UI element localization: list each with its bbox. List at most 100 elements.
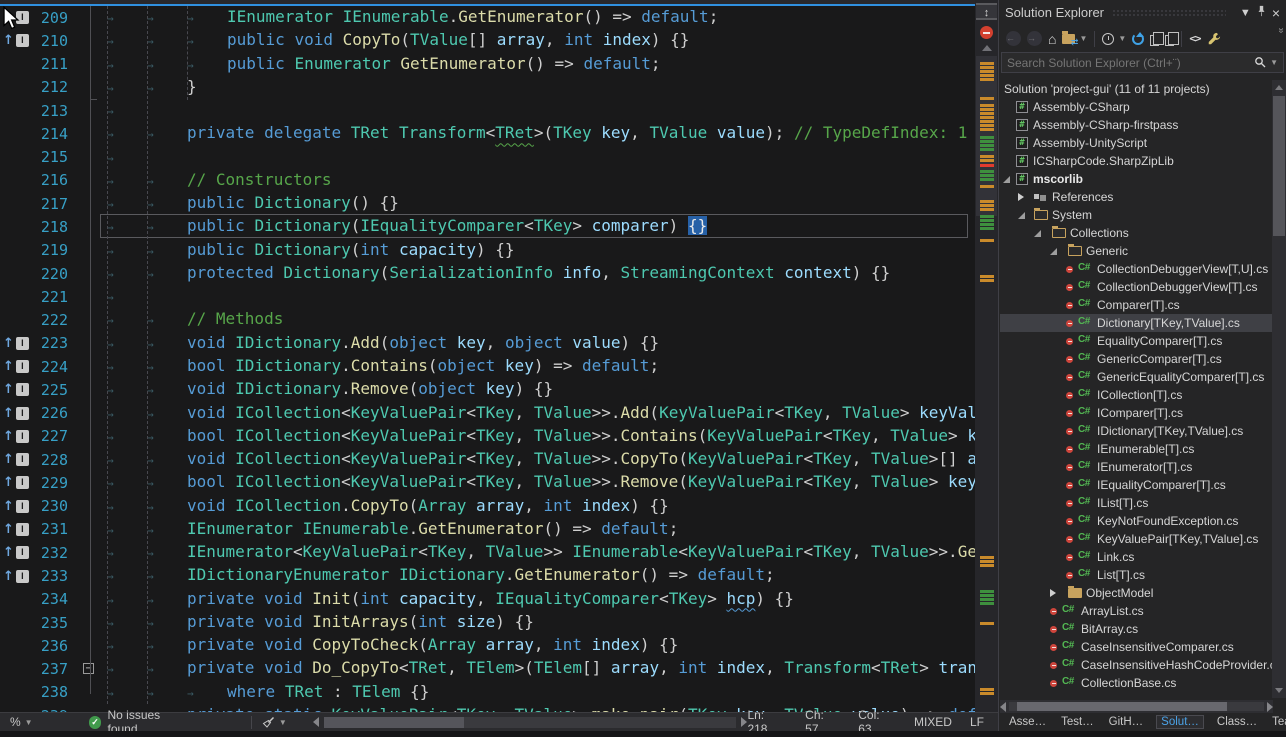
codelens-up-icon[interactable]: ↑ bbox=[3, 546, 14, 559]
scroll-up-arrow-icon[interactable] bbox=[1275, 85, 1283, 90]
tree-item[interactable]: C#CaseInsensitiveHashCodeProvider.cs bbox=[1000, 656, 1273, 674]
tree-item[interactable]: Generic bbox=[1000, 242, 1273, 260]
code-line[interactable]: ↑I209→→→IEnumerator IEnumerable.GetEnume… bbox=[0, 6, 975, 29]
codelens-i-badge[interactable]: I bbox=[16, 523, 29, 536]
editor-glyph-margin[interactable]: ↑I bbox=[0, 378, 34, 401]
editor-glyph-margin[interactable] bbox=[0, 122, 34, 145]
code-line[interactable]: 211→→→public Enumerator GetEnumerator() … bbox=[0, 53, 975, 76]
code-line[interactable]: ↑I225→→void IDictionary.Remove(object ke… bbox=[0, 378, 975, 401]
scrollbar-track[interactable] bbox=[1009, 702, 1264, 711]
editor-glyph-margin[interactable] bbox=[0, 681, 34, 704]
outlining-margin[interactable] bbox=[78, 215, 107, 238]
codelens-up-icon[interactable]: ↑ bbox=[3, 453, 14, 466]
scroll-left-arrow-icon[interactable] bbox=[1000, 702, 1006, 712]
tree-item[interactable]: C#CollectionDebuggerView[T].cs bbox=[1000, 278, 1273, 296]
editor-glyph-margin[interactable]: ↑I bbox=[0, 448, 34, 471]
codelens-up-icon[interactable]: ↑ bbox=[3, 360, 14, 373]
editor-horizontal-scrollbar[interactable] bbox=[324, 717, 737, 728]
outlining-margin[interactable] bbox=[78, 471, 107, 494]
code-line[interactable]: 217→→public Dictionary() {} bbox=[0, 192, 975, 215]
expander-icon[interactable] bbox=[1034, 230, 1041, 237]
switch-views-icon[interactable]: ⇄ ▼ bbox=[1062, 34, 1087, 44]
codelens-i-badge[interactable]: I bbox=[16, 430, 29, 443]
code-line[interactable]: ↑I227→→bool ICollection<KeyValuePair<TKe… bbox=[0, 425, 975, 448]
properties-wrench-icon[interactable] bbox=[1207, 32, 1221, 46]
code-lines[interactable]: ↑I209→→→IEnumerator IEnumerable.GetEnume… bbox=[0, 6, 975, 712]
zoom-control[interactable]: % ▼ bbox=[10, 715, 33, 729]
editor-glyph-margin[interactable] bbox=[0, 262, 34, 285]
outlining-margin[interactable] bbox=[78, 378, 107, 401]
tool-window-tab[interactable]: GitH… bbox=[1107, 716, 1146, 728]
scroll-left-arrow-icon[interactable] bbox=[313, 717, 319, 727]
tree-item[interactable]: C#Link.cs bbox=[1000, 548, 1273, 566]
outlining-margin[interactable] bbox=[78, 262, 107, 285]
tree-item[interactable]: C#IList[T].cs bbox=[1000, 494, 1273, 512]
drag-grip[interactable] bbox=[1112, 9, 1226, 17]
editor-glyph-margin[interactable] bbox=[0, 53, 34, 76]
codelens-i-badge[interactable]: I bbox=[16, 360, 29, 373]
tree-item[interactable]: C#GenericEqualityComparer[T].cs bbox=[1000, 368, 1273, 386]
code-line[interactable]: 235→→private void InitArrays(int size) {… bbox=[0, 611, 975, 634]
code-line[interactable]: 220→→protected Dictionary(SerializationI… bbox=[0, 262, 975, 285]
editor-glyph-margin[interactable]: ↑I bbox=[0, 518, 34, 541]
scroll-down-arrow-icon[interactable] bbox=[1275, 688, 1283, 693]
editor-glyph-margin[interactable] bbox=[0, 308, 34, 331]
tree-item[interactable]: C#IComparer[T].cs bbox=[1000, 404, 1273, 422]
editor-glyph-margin[interactable] bbox=[0, 192, 34, 215]
code-line[interactable]: 236→→private void CopyToCheck(Array arra… bbox=[0, 634, 975, 657]
editor-glyph-margin[interactable] bbox=[0, 99, 34, 122]
tree-item[interactable]: C#Dictionary[TKey,TValue].cs bbox=[1000, 314, 1273, 332]
editor-vertical-scrollbar[interactable]: ↕ bbox=[975, 0, 998, 712]
tree-item[interactable]: ObjectModel bbox=[1000, 584, 1273, 602]
outlining-margin[interactable] bbox=[78, 564, 107, 587]
expander-icon[interactable] bbox=[1018, 212, 1025, 219]
codelens-i-badge[interactable]: I bbox=[16, 407, 29, 420]
outlining-margin[interactable] bbox=[78, 122, 107, 145]
tree-item[interactable]: C#Comparer[T].cs bbox=[1000, 296, 1273, 314]
scroll-right-arrow-icon[interactable] bbox=[1267, 702, 1273, 712]
code-line[interactable]: ↑I228→→void ICollection<KeyValuePair<TKe… bbox=[0, 448, 975, 471]
caret-down-icon[interactable]: ▼ bbox=[1270, 58, 1278, 67]
window-position-icon[interactable]: ▼ bbox=[1240, 7, 1251, 19]
tree-item[interactable]: C#ArrayList.cs bbox=[1000, 602, 1273, 620]
codelens-up-icon[interactable]: ↑ bbox=[3, 570, 14, 583]
editor-glyph-margin[interactable] bbox=[0, 146, 34, 169]
editor-glyph-margin[interactable]: ↑I bbox=[0, 355, 34, 378]
outlining-margin[interactable] bbox=[78, 29, 107, 52]
code-line[interactable]: ↑I232→→IEnumerator<KeyValuePair<TKey, TV… bbox=[0, 541, 975, 564]
codelens-i-badge[interactable]: I bbox=[16, 570, 29, 583]
tree-item[interactable]: Solution 'project-gui' (11 of 11 project… bbox=[1000, 80, 1273, 98]
outlining-margin[interactable] bbox=[78, 704, 107, 712]
tree-item[interactable]: C#IEqualityComparer[T].cs bbox=[1000, 476, 1273, 494]
code-line[interactable]: 213→ bbox=[0, 99, 975, 122]
editor-glyph-margin[interactable] bbox=[0, 239, 34, 262]
code-line[interactable]: ↑I229→→bool ICollection<KeyValuePair<TKe… bbox=[0, 471, 975, 494]
tree-item[interactable]: C#IDictionary[TKey,TValue].cs bbox=[1000, 422, 1273, 440]
expander-icon[interactable] bbox=[1050, 589, 1056, 597]
tool-window-tab[interactable]: Class… bbox=[1215, 716, 1259, 728]
tree-item[interactable]: #mscorlib bbox=[1000, 170, 1273, 188]
tree-item[interactable]: C#IEnumerable[T].cs bbox=[1000, 440, 1273, 458]
outlining-margin[interactable] bbox=[78, 146, 107, 169]
tool-window-tab[interactable]: Tea… bbox=[1270, 716, 1286, 728]
code-line[interactable]: 216→→// Constructors bbox=[0, 169, 975, 192]
outlining-margin[interactable] bbox=[78, 541, 107, 564]
document-health-icon[interactable] bbox=[980, 26, 993, 39]
codelens-i-badge[interactable]: I bbox=[16, 546, 29, 559]
editor-glyph-margin[interactable] bbox=[0, 634, 34, 657]
editor-glyph-margin[interactable] bbox=[0, 704, 34, 712]
solution-explorer-titlebar[interactable]: Solution Explorer ▼ × bbox=[999, 0, 1286, 25]
code-line[interactable]: ↑I233→→IDictionaryEnumerator IDictionary… bbox=[0, 564, 975, 587]
expander-icon[interactable] bbox=[1003, 176, 1010, 183]
code-line[interactable]: 219→→public Dictionary(int capacity) {} bbox=[0, 239, 975, 262]
editor-glyph-margin[interactable]: ↑I bbox=[0, 425, 34, 448]
outlining-margin[interactable] bbox=[78, 308, 107, 331]
codelens-up-icon[interactable]: ↑ bbox=[3, 476, 14, 489]
editor-glyph-margin[interactable]: ↑I bbox=[0, 29, 34, 52]
code-line[interactable]: ↑I226→→void ICollection<KeyValuePair<TKe… bbox=[0, 402, 975, 425]
outlining-margin[interactable] bbox=[78, 634, 107, 657]
tree-item[interactable]: C#BitArray.cs bbox=[1000, 620, 1273, 638]
outlining-margin[interactable]: − bbox=[78, 657, 107, 680]
editor-glyph-margin[interactable]: ↑I bbox=[0, 541, 34, 564]
tree-item[interactable]: C#CaseInsensitiveComparer.cs bbox=[1000, 638, 1273, 656]
